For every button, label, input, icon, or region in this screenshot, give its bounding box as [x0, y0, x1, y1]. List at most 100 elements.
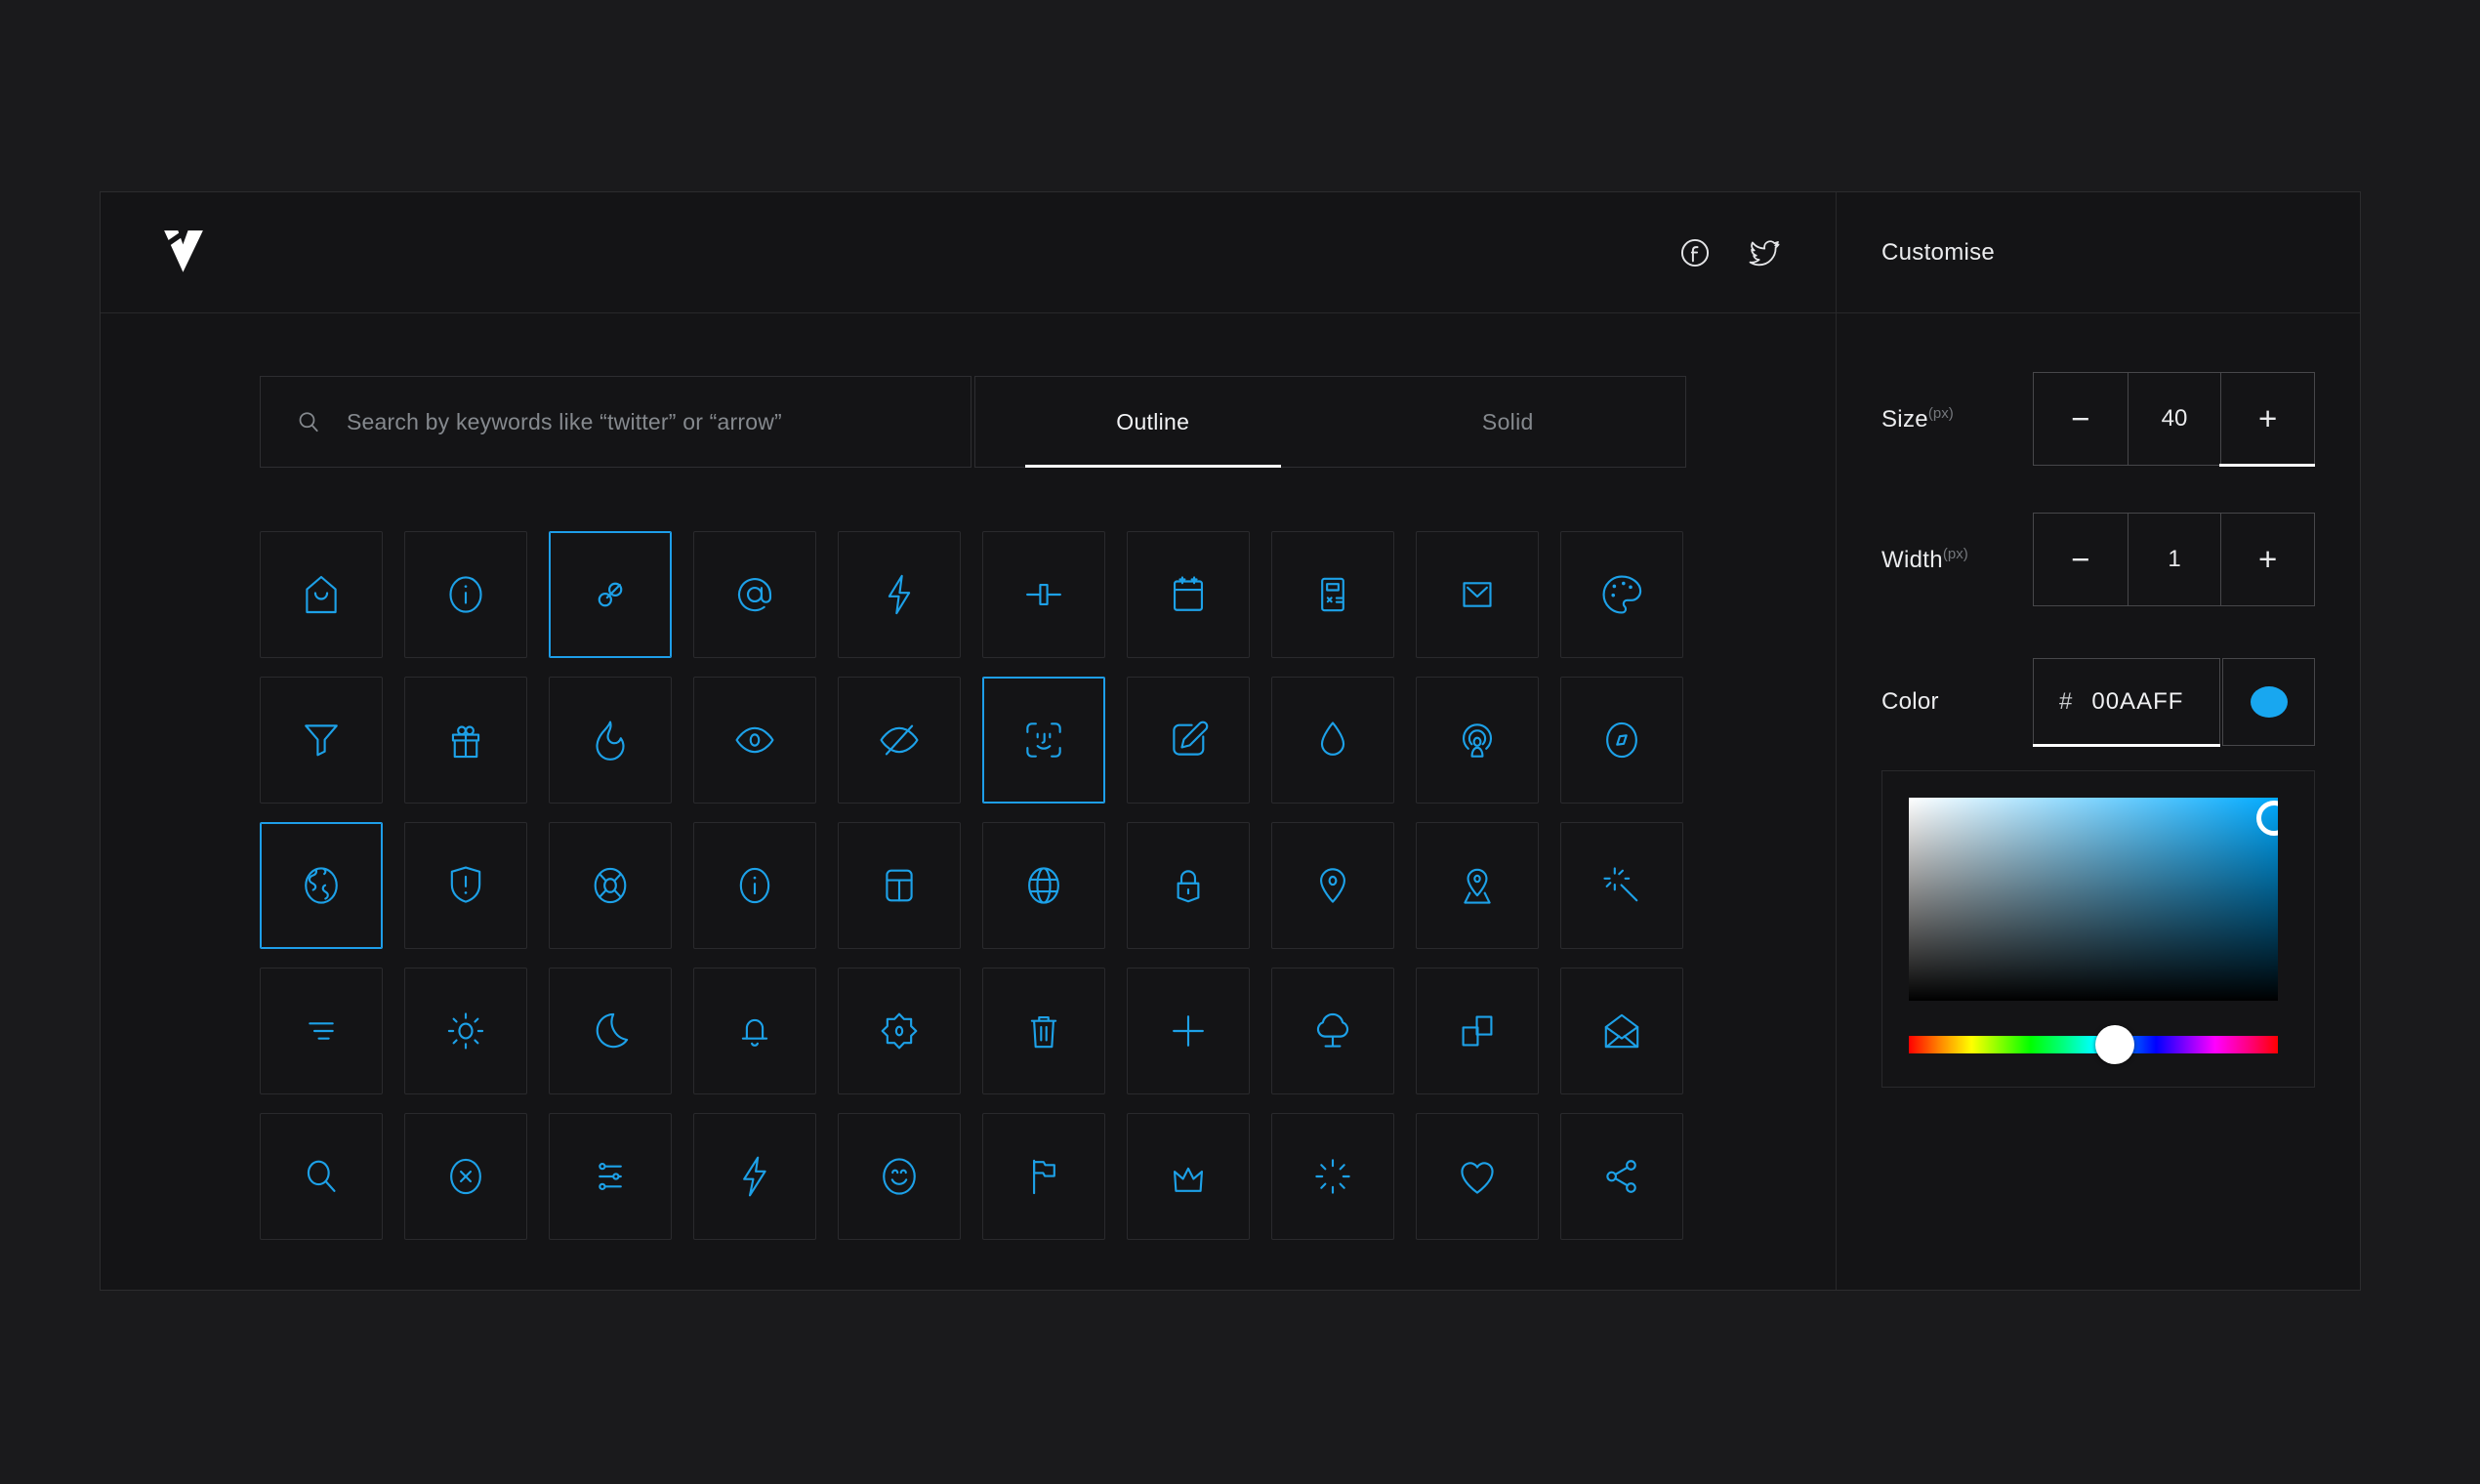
icon-cell-filter[interactable] [260, 677, 383, 804]
moon-icon [596, 1012, 629, 1049]
icon-cell-bolt[interactable] [838, 531, 961, 658]
size-increase-button[interactable]: + [2220, 373, 2314, 465]
tab-solid[interactable]: Solid [1331, 377, 1686, 467]
icon-cell-share[interactable] [1560, 1113, 1683, 1240]
icon-cell-home[interactable] [260, 531, 383, 658]
width-increase-button[interactable]: + [2220, 514, 2314, 605]
icon-cell-magic-wand[interactable] [1560, 822, 1683, 949]
icon-cell-eye[interactable] [693, 677, 816, 804]
twitter-icon[interactable] [1746, 235, 1781, 270]
icon-cell-spinner[interactable] [1271, 1113, 1394, 1240]
icon-cell-globe[interactable] [982, 822, 1105, 949]
droplet-icon [1320, 721, 1345, 756]
edit-icon [1173, 721, 1209, 756]
palette-icon [1602, 575, 1642, 614]
icon-cell-flame[interactable] [549, 677, 672, 804]
style-tabs: Outline Solid [974, 376, 1686, 468]
icon-cell-plus[interactable] [1127, 968, 1250, 1094]
icon-cell-eye-off[interactable] [838, 677, 961, 804]
icon-cell-lock[interactable] [1127, 822, 1250, 949]
color-picker [1881, 770, 2315, 1088]
icon-cell-face-id[interactable] [982, 677, 1105, 804]
bolt-icon [888, 574, 911, 615]
color-hex-input[interactable] [2089, 687, 2202, 717]
icon-cell-lifebuoy[interactable] [549, 822, 672, 949]
icon-cell-calendar[interactable] [1127, 531, 1250, 658]
icon-cell-copy[interactable] [1416, 968, 1539, 1094]
saturation-area[interactable] [1909, 798, 2278, 1001]
icon-cell-x-circle[interactable] [404, 1113, 527, 1240]
icon-cell-crown[interactable] [1127, 1113, 1250, 1240]
sliders-icon [599, 1162, 622, 1191]
icon-cell-mail-open[interactable] [1560, 968, 1683, 1094]
bell-icon [741, 1018, 768, 1047]
size-active-indicator [2219, 464, 2315, 467]
color-swatch-box[interactable] [2222, 658, 2315, 746]
color-swatch [2250, 686, 2288, 718]
icon-cell-map-pin-area[interactable] [1416, 822, 1539, 949]
icon-cell-palette[interactable] [1560, 531, 1683, 658]
sun-icon [447, 1012, 484, 1050]
icon-cell-calculator[interactable] [1271, 531, 1394, 658]
compass-icon [1606, 721, 1637, 759]
customise-panel: Customise Size(px) − 40 + Width(px) − 1 … [1836, 192, 2360, 1290]
size-stepper: − 40 + [2033, 372, 2315, 467]
icon-cell-moon[interactable] [549, 968, 672, 1094]
icon-cell-heart[interactable] [1416, 1113, 1539, 1240]
icon-cell-tree[interactable] [1271, 968, 1394, 1094]
icon-cell-info-circle[interactable] [404, 531, 527, 658]
icon-cell-badge[interactable] [838, 968, 961, 1094]
icon-cell-earth[interactable] [260, 822, 383, 949]
icon-cell-compass[interactable] [1560, 677, 1683, 804]
hex-active-indicator [2033, 744, 2220, 747]
icon-cell-bell[interactable] [693, 968, 816, 1094]
icon-cell-mail-square[interactable] [1416, 531, 1539, 658]
saturation-handle[interactable] [2256, 801, 2278, 836]
tab-outline[interactable]: Outline [975, 377, 1331, 467]
heart-icon [1461, 1162, 1494, 1194]
vivid-logo[interactable] [161, 226, 206, 279]
size-value: 40 [2127, 373, 2221, 465]
icon-cell-flag[interactable] [982, 1113, 1105, 1240]
icon-cell-map-pin[interactable] [1271, 822, 1394, 949]
face-id-icon [1026, 722, 1061, 758]
mail-square-icon [1463, 582, 1492, 607]
hue-slider-thumb[interactable] [2094, 1025, 2134, 1064]
icon-cell-smile[interactable] [838, 1113, 961, 1240]
facebook-icon[interactable] [1677, 235, 1713, 270]
icon-cell-at-sign[interactable] [693, 531, 816, 658]
calendar-icon [1173, 576, 1204, 611]
share-icon [1606, 1160, 1636, 1193]
icon-cell-link[interactable] [549, 531, 672, 658]
icon-cell-gift[interactable] [404, 677, 527, 804]
width-decrease-button[interactable]: − [2034, 514, 2128, 605]
crown-icon [1173, 1167, 1204, 1192]
icon-cell-trash[interactable] [982, 968, 1105, 1094]
podcast-icon [1462, 723, 1493, 758]
mail-open-icon [1604, 1013, 1639, 1049]
size-control-row: Size(px) − 40 + [1881, 372, 2315, 467]
icon-cell-layout-top[interactable] [838, 822, 961, 949]
icon-cell-search[interactable] [260, 1113, 383, 1240]
width-control-row: Width(px) − 1 + [1881, 513, 2315, 606]
app-card: Outline Solid Customise Size(px) − 40 + [100, 191, 2361, 1291]
icon-cell-droplet[interactable] [1271, 677, 1394, 804]
map-pin-icon [1320, 868, 1345, 903]
icon-cell-edit[interactable] [1127, 677, 1250, 804]
hue-slider[interactable] [1909, 1025, 2278, 1064]
search-input[interactable] [345, 407, 934, 436]
icon-cell-sun[interactable] [404, 968, 527, 1094]
icon-cell-shield-alert[interactable] [404, 822, 527, 949]
icon-cell-podcast[interactable] [1416, 677, 1539, 804]
at-sign-icon [737, 578, 772, 612]
icon-cell-sliders[interactable] [549, 1113, 672, 1240]
icon-cell-info-oval[interactable] [693, 822, 816, 949]
icon-cell-sort-lines[interactable] [260, 968, 383, 1094]
icon-cell-connector[interactable] [982, 531, 1105, 658]
icon-cell-lightning[interactable] [693, 1113, 816, 1240]
flag-icon [1033, 1159, 1055, 1195]
panel-title: Customise [1837, 192, 2360, 313]
main-header [101, 192, 1836, 313]
size-unit: (px) [1927, 404, 1954, 422]
size-decrease-button[interactable]: − [2034, 373, 2128, 465]
